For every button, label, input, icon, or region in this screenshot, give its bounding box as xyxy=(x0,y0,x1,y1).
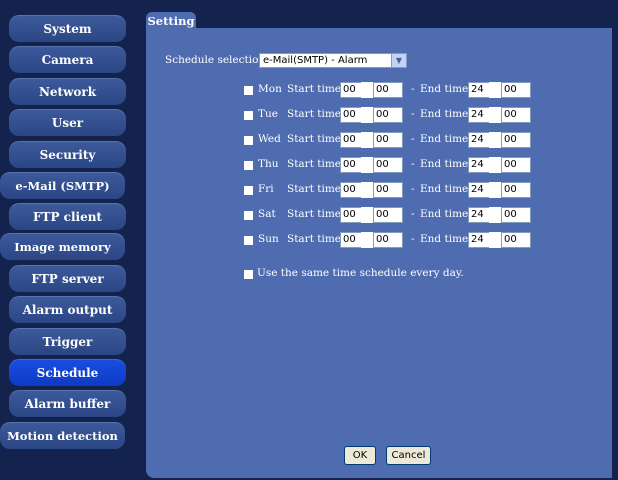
start-minute-field[interactable]: 00 xyxy=(373,207,403,223)
range-dash: - xyxy=(411,208,415,220)
day-label: Wed xyxy=(258,133,281,145)
end-time-label: End time xyxy=(420,83,469,95)
time-separator xyxy=(489,182,501,198)
nav-alarm-buffer[interactable]: Alarm buffer xyxy=(9,390,126,417)
range-dash: - xyxy=(411,233,415,245)
nav-security[interactable]: Security xyxy=(9,141,126,168)
day-label: Mon xyxy=(258,83,282,95)
end-minute-field[interactable]: 00 xyxy=(501,157,531,173)
range-dash: - xyxy=(411,183,415,195)
time-separator xyxy=(361,132,373,148)
end-minute-field[interactable]: 00 xyxy=(501,207,531,223)
nav-schedule[interactable]: Schedule xyxy=(9,359,126,386)
end-minute-field[interactable]: 00 xyxy=(501,232,531,248)
start-minute-field[interactable]: 00 xyxy=(373,182,403,198)
end-time-label: End time xyxy=(420,108,469,120)
day-checkbox-thu[interactable] xyxy=(244,161,253,170)
chevron-down-icon[interactable]: ▼ xyxy=(391,54,406,67)
day-label: Tue xyxy=(258,108,278,120)
start-minute-field[interactable]: 00 xyxy=(373,232,403,248)
day-checkbox-sun[interactable] xyxy=(244,236,253,245)
range-dash: - xyxy=(411,108,415,120)
time-separator xyxy=(489,132,501,148)
day-label: Sat xyxy=(258,208,276,220)
time-separator xyxy=(361,157,373,173)
start-minute-field[interactable]: 00 xyxy=(373,107,403,123)
start-minute-field[interactable]: 00 xyxy=(373,132,403,148)
nav-email-smtp[interactable]: e-Mail (SMTP) xyxy=(0,172,125,199)
time-separator xyxy=(361,232,373,248)
start-minute-field[interactable]: 00 xyxy=(373,157,403,173)
schedule-selection-label: Schedule selection xyxy=(165,54,266,66)
start-minute-field[interactable]: 00 xyxy=(373,82,403,98)
nav-alarm-output[interactable]: Alarm output xyxy=(9,296,126,323)
time-separator xyxy=(489,157,501,173)
start-time-label: Start time xyxy=(287,133,341,145)
start-time-label: Start time xyxy=(287,108,341,120)
start-time-label: Start time xyxy=(287,208,341,220)
day-label: Sun xyxy=(258,233,279,245)
range-dash: - xyxy=(411,158,415,170)
end-time-label: End time xyxy=(420,233,469,245)
time-separator xyxy=(361,207,373,223)
start-time-label: Start time xyxy=(287,183,341,195)
nav-ftp-server[interactable]: FTP server xyxy=(9,265,126,292)
end-minute-field[interactable]: 00 xyxy=(501,132,531,148)
nav-motion-detection[interactable]: Motion detection xyxy=(0,422,125,449)
end-minute-field[interactable]: 00 xyxy=(501,107,531,123)
day-checkbox-sat[interactable] xyxy=(244,211,253,220)
cancel-button[interactable]: Cancel xyxy=(386,446,431,465)
nav-system[interactable]: System xyxy=(9,15,126,42)
nav-image-memory[interactable]: Image memory xyxy=(0,233,125,260)
end-time-label: End time xyxy=(420,158,469,170)
schedule-selection-value: e-Mail(SMTP) - Alarm xyxy=(263,55,368,66)
schedule-selection-dropdown[interactable]: e-Mail(SMTP) - Alarm ▼ xyxy=(259,53,407,68)
range-dash: - xyxy=(411,133,415,145)
day-label: Thu xyxy=(258,158,279,170)
day-checkbox-fri[interactable] xyxy=(244,186,253,195)
time-separator xyxy=(489,207,501,223)
day-label: Fri xyxy=(258,183,274,195)
end-time-label: End time xyxy=(420,208,469,220)
start-time-label: Start time xyxy=(287,83,341,95)
day-checkbox-mon[interactable] xyxy=(244,86,253,95)
same-schedule-label: Use the same time schedule every day. xyxy=(257,267,464,279)
end-minute-field[interactable]: 00 xyxy=(501,182,531,198)
time-separator xyxy=(361,107,373,123)
ok-button[interactable]: OK xyxy=(344,446,376,465)
time-separator xyxy=(361,82,373,98)
time-separator xyxy=(489,232,501,248)
end-time-label: End time xyxy=(420,183,469,195)
time-separator xyxy=(489,82,501,98)
nav-user[interactable]: User xyxy=(9,109,126,136)
end-minute-field[interactable]: 00 xyxy=(501,82,531,98)
start-time-label: Start time xyxy=(287,158,341,170)
sidebar: System Camera Network User Security e-Ma… xyxy=(0,0,140,480)
range-dash: - xyxy=(411,83,415,95)
time-separator xyxy=(361,182,373,198)
day-checkbox-wed[interactable] xyxy=(244,136,253,145)
nav-trigger[interactable]: Trigger xyxy=(9,328,126,355)
nav-network[interactable]: Network xyxy=(9,78,126,105)
end-time-label: End time xyxy=(420,133,469,145)
time-separator xyxy=(489,107,501,123)
same-schedule-checkbox[interactable] xyxy=(244,270,253,279)
start-time-label: Start time xyxy=(287,233,341,245)
day-checkbox-tue[interactable] xyxy=(244,111,253,120)
nav-ftp-client[interactable]: FTP client xyxy=(9,203,126,230)
nav-camera[interactable]: Camera xyxy=(9,46,126,73)
